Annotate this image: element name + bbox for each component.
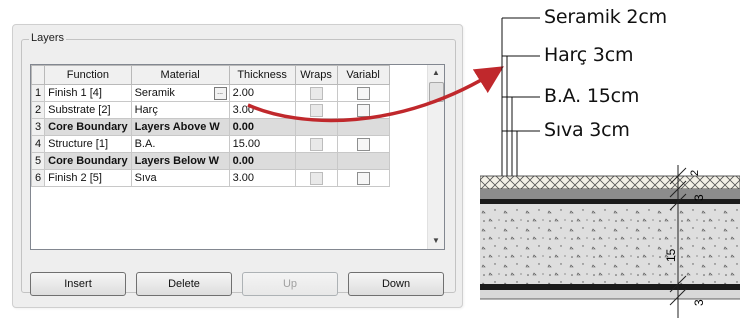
wall-section-detail: Seramik 2cm Harç 3cm B.A. 15cm Sıva 3cm … [480,0,740,327]
section-label-siva: Sıva 3cm [544,119,630,141]
dimension-value-harc: 3 [692,194,706,201]
section-label-seramik: Seramik 2cm [544,6,667,28]
arrow-path [247,66,504,123]
dimension-value-seramik: 2 [689,169,701,176]
dimension-value-siva: 3 [692,299,706,306]
section-label-harc: Harç 3cm [544,44,634,66]
section-label-ba: B.A. 15cm [544,85,640,107]
dimension-value-ba: 15 [664,248,678,262]
